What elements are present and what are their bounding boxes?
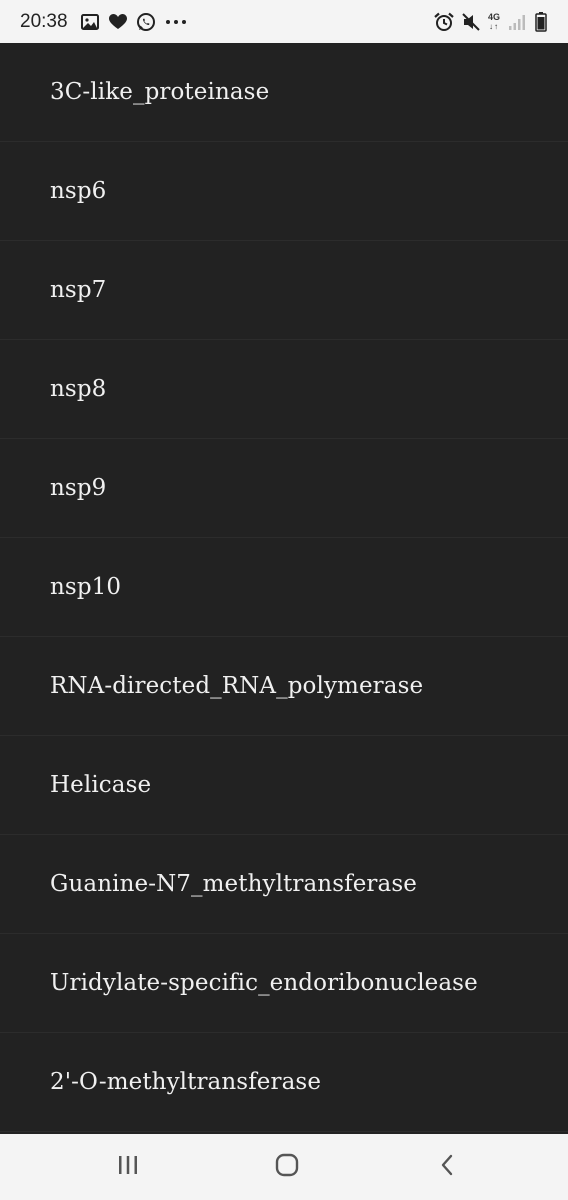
back-button[interactable] xyxy=(402,1134,492,1200)
back-icon xyxy=(439,1154,455,1180)
list-item-label: Helicase xyxy=(50,772,152,798)
network-label: 4G xyxy=(487,11,500,22)
mute-icon xyxy=(461,12,481,32)
list-item[interactable]: nsp8 xyxy=(0,340,568,439)
list-item[interactable]: 2'-O-methyltransferase xyxy=(0,1033,568,1132)
list-item-label: Uridylate-specific_endoribonuclease xyxy=(50,970,478,996)
list-item[interactable]: nsp6 xyxy=(0,142,568,241)
alarm-icon xyxy=(434,12,454,32)
list-item-label: nsp9 xyxy=(50,475,107,501)
list-item-label: 2'-O-methyltransferase xyxy=(50,1069,322,1095)
more-dots-icon xyxy=(164,12,188,32)
list-item[interactable]: nsp10 xyxy=(0,538,568,637)
home-button[interactable] xyxy=(242,1134,332,1200)
list-item-label: nsp10 xyxy=(50,574,122,600)
list-item-label: nsp8 xyxy=(50,376,107,402)
list-item[interactable]: Helicase xyxy=(0,736,568,835)
recent-apps-button[interactable] xyxy=(83,1134,173,1200)
status-left: 20:38 xyxy=(20,11,188,33)
list-item-label: nsp7 xyxy=(50,277,107,303)
list-item-label: nsp6 xyxy=(50,178,107,204)
list-item[interactable]: RNA-directed_RNA_polymerase xyxy=(0,637,568,736)
heart-icon xyxy=(108,12,128,32)
list-item-label: 3C-like_proteinase xyxy=(50,79,270,105)
network-4g-icon: 4G ↓↑ xyxy=(487,11,500,31)
status-right: 4G ↓↑ xyxy=(434,11,548,32)
battery-icon xyxy=(534,11,548,32)
list-item[interactable]: Uridylate-specific_endoribonuclease xyxy=(0,934,568,1033)
list-item-label: RNA-directed_RNA_polymerase xyxy=(50,673,424,699)
whatsapp-icon xyxy=(136,12,156,32)
home-icon xyxy=(275,1153,299,1181)
list-item[interactable]: nsp9 xyxy=(0,439,568,538)
list-item[interactable]: 3C-like_proteinase xyxy=(0,43,568,142)
list-item[interactable]: Guanine-N7_methyltransferase xyxy=(0,835,568,934)
signal-icon xyxy=(507,12,527,32)
status-time: 20:38 xyxy=(20,10,68,32)
recent-apps-icon xyxy=(117,1155,139,1179)
list-item-label: Guanine-N7_methyltransferase xyxy=(50,871,417,897)
status-bar: 20:38 4G ↓↑ xyxy=(0,0,568,43)
protein-list: 3C-like_proteinase nsp6 nsp7 nsp8 nsp9 n… xyxy=(0,43,568,1134)
image-icon xyxy=(80,12,100,32)
navigation-bar xyxy=(0,1134,568,1200)
list-item[interactable]: nsp7 xyxy=(0,241,568,340)
